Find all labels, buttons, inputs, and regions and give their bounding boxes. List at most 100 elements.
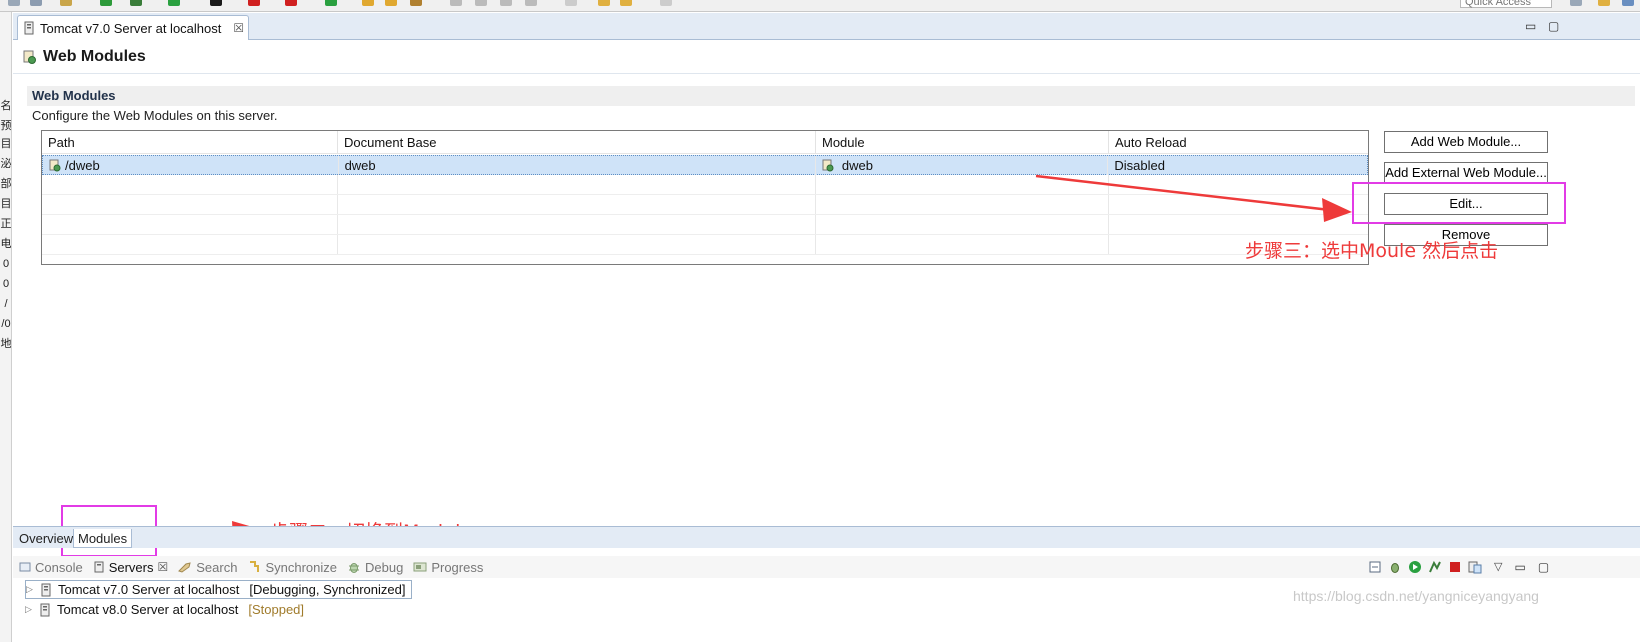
add-web-module-button[interactable]: Add Web Module... bbox=[1384, 131, 1548, 153]
search-icon bbox=[178, 562, 191, 573]
toolbar-icon[interactable] bbox=[525, 0, 537, 6]
tab-modules[interactable]: Modules bbox=[73, 529, 133, 548]
toolbar-icon[interactable] bbox=[130, 0, 142, 6]
perspective-icon[interactable] bbox=[1598, 0, 1610, 6]
section-title: Web Modules bbox=[27, 86, 1635, 106]
toolbar-icon[interactable] bbox=[410, 0, 422, 6]
toolbar-icon[interactable] bbox=[325, 0, 337, 6]
annotation-box-edit bbox=[1352, 182, 1566, 224]
cell-module-text: dweb bbox=[841, 158, 873, 173]
left-glyph: 目 bbox=[0, 198, 12, 210]
tab-overview[interactable]: Overview bbox=[15, 529, 77, 548]
toolbar-icon[interactable] bbox=[565, 0, 577, 6]
tab-search[interactable]: Search bbox=[178, 560, 237, 575]
debug-server-icon[interactable] bbox=[1388, 560, 1402, 574]
toolbar-icon[interactable] bbox=[60, 0, 72, 6]
editor-tab-bar: Tomcat v7.0 Server at localhost ☒ ▭ ▢ bbox=[13, 13, 1640, 40]
toolbar-icon[interactable] bbox=[362, 0, 374, 6]
quick-access-input[interactable]: Quick Access bbox=[1460, 0, 1552, 8]
toolbar-icon[interactable] bbox=[385, 0, 397, 6]
tab-progress-label: Progress bbox=[431, 559, 484, 575]
page-title: Web Modules bbox=[43, 47, 146, 65]
progress-icon bbox=[413, 562, 427, 572]
cell-path-text: /dweb bbox=[65, 158, 100, 173]
open-perspective-icon[interactable] bbox=[1570, 0, 1582, 6]
left-glyph: 地 bbox=[0, 338, 12, 350]
web-module-icon bbox=[822, 159, 834, 172]
toolbar-icon[interactable] bbox=[210, 0, 222, 6]
table-row-empty bbox=[42, 235, 1368, 255]
toolbar-icon[interactable] bbox=[8, 0, 20, 6]
toolbar-icon[interactable] bbox=[100, 0, 112, 6]
view-menu-icon[interactable]: ▽ bbox=[1494, 560, 1502, 574]
left-glyph: 正 bbox=[0, 218, 12, 230]
close-icon[interactable]: ☒ bbox=[233, 21, 244, 35]
bug-icon bbox=[349, 563, 360, 573]
web-module-icon bbox=[23, 50, 36, 64]
web-module-icon bbox=[49, 159, 61, 172]
profile-server-icon[interactable] bbox=[1428, 560, 1442, 574]
editor-tab-label: Tomcat v7.0 Server at localhost bbox=[40, 20, 222, 36]
page-header: Web Modules bbox=[13, 40, 1640, 74]
minimize-icon[interactable]: ▭ bbox=[1525, 19, 1536, 33]
server-row[interactable]: ▷ Tomcat v7.0 Server at localhost [Debug… bbox=[25, 580, 413, 599]
left-glyph: 0 bbox=[2, 258, 10, 270]
toolbar-icon[interactable] bbox=[475, 0, 487, 6]
server-row[interactable]: ▷ Tomcat v8.0 Server at localhost [Stopp… bbox=[25, 600, 304, 619]
tab-progress[interactable]: Progress bbox=[413, 560, 483, 575]
left-glyph: 目 bbox=[0, 138, 12, 150]
tab-search-label: Search bbox=[196, 559, 238, 575]
left-glyph: 预 bbox=[0, 120, 12, 132]
column-header-path[interactable]: Path bbox=[42, 131, 338, 154]
toolbar-icon[interactable] bbox=[285, 0, 297, 6]
server-icon bbox=[41, 583, 51, 596]
server-state: [Debugging, Synchronized] bbox=[249, 582, 406, 597]
server-icon bbox=[24, 21, 34, 35]
toolbar-icon[interactable] bbox=[500, 0, 512, 6]
toolbar-icon[interactable] bbox=[248, 0, 260, 6]
debug-perspective-icon[interactable] bbox=[1622, 0, 1634, 6]
servers-icon bbox=[94, 561, 104, 573]
synchronize-icon bbox=[250, 561, 260, 572]
stop-server-icon[interactable] bbox=[1448, 560, 1462, 574]
toolbar-icon[interactable] bbox=[168, 0, 180, 6]
tab-console[interactable]: Console bbox=[19, 560, 83, 575]
column-header-module[interactable]: Module bbox=[816, 131, 1109, 154]
tab-servers-label: Servers bbox=[108, 559, 154, 575]
toolbar-icon[interactable] bbox=[660, 0, 672, 6]
toolbar-icon[interactable] bbox=[30, 0, 42, 6]
toolbar-icon[interactable] bbox=[620, 0, 632, 6]
maximize-icon[interactable]: ▢ bbox=[1538, 560, 1549, 574]
tab-synchronize[interactable]: Synchronize bbox=[247, 560, 337, 575]
toolbar-icon[interactable] bbox=[598, 0, 610, 6]
publish-icon[interactable] bbox=[1468, 560, 1482, 574]
toolbar-icon[interactable] bbox=[450, 0, 462, 6]
tab-synchronize-label: Synchronize bbox=[265, 559, 338, 575]
tab-debug[interactable]: Debug bbox=[347, 560, 403, 575]
editor-tab-tomcat[interactable]: Tomcat v7.0 Server at localhost ☒ bbox=[17, 15, 249, 40]
maximize-icon[interactable]: ▢ bbox=[1548, 19, 1559, 33]
views-tab-bar: Console Servers ☒ Search Synchronize Deb… bbox=[13, 556, 1640, 578]
tab-console-label: Console bbox=[35, 559, 83, 575]
editor-page-tabs: Overview Modules bbox=[13, 526, 1640, 548]
add-external-web-module-button[interactable]: Add External Web Module... bbox=[1384, 162, 1548, 184]
column-header-document-base[interactable]: Document Base bbox=[338, 131, 816, 154]
left-glyph: / bbox=[4, 298, 8, 310]
minimize-icon[interactable]: ▭ bbox=[1514, 560, 1525, 574]
collapse-icon[interactable] bbox=[1368, 560, 1382, 574]
left-glyph: 0 bbox=[2, 278, 10, 290]
left-panel-strip: 名 预 目 泌 部 目 正 电 0 0 / /0 地 bbox=[0, 12, 12, 642]
left-glyph: 电 bbox=[0, 238, 12, 250]
watermark: https://blog.csdn.net/yangniceyangyang bbox=[1293, 588, 1539, 604]
annotation-step3: 步骤三：选中Moule 然后点击 bbox=[1245, 240, 1499, 262]
expand-icon[interactable]: ▷ bbox=[25, 604, 33, 615]
view-toolbar: ▽ ▭ ▢ bbox=[1368, 560, 1549, 574]
start-server-icon[interactable] bbox=[1408, 560, 1422, 574]
close-icon[interactable]: ☒ bbox=[158, 560, 169, 574]
tab-servers[interactable]: Servers ☒ bbox=[93, 559, 169, 575]
tab-debug-label: Debug bbox=[365, 559, 404, 575]
expand-icon[interactable]: ▷ bbox=[26, 584, 34, 595]
annotation-arrow-icon bbox=[1035, 174, 1352, 222]
server-state: [Stopped] bbox=[248, 602, 305, 617]
column-header-auto-reload[interactable]: Auto Reload bbox=[1109, 131, 1368, 154]
